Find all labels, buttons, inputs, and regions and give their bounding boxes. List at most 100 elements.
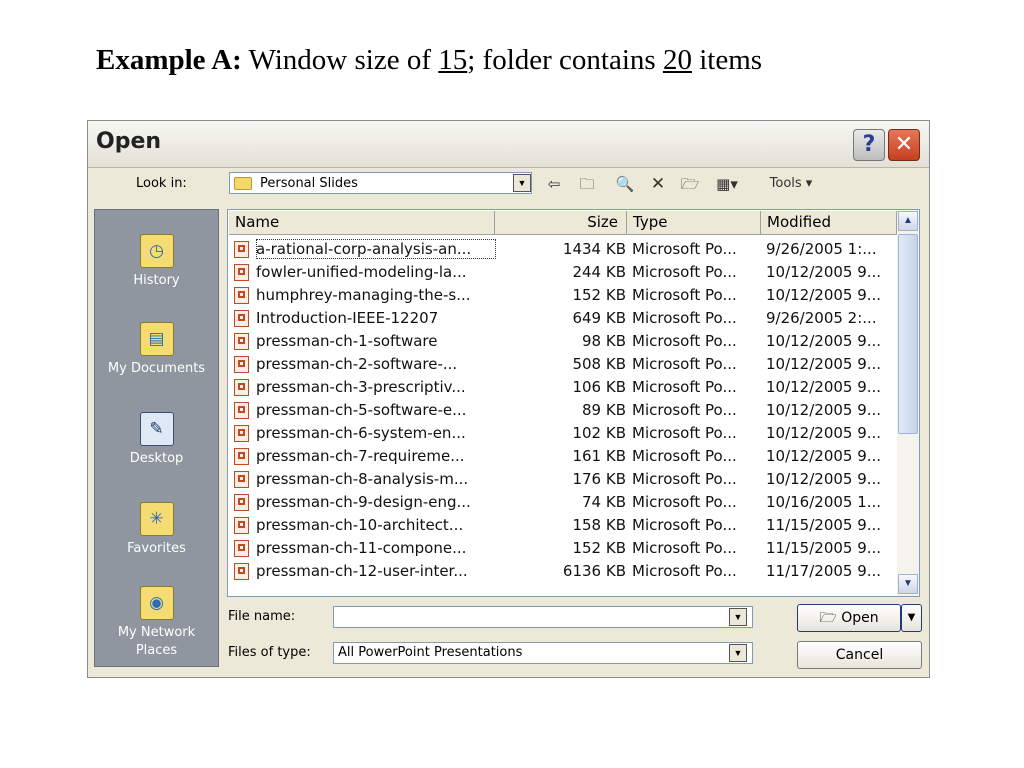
file-modified: 9/26/2005 2:... [766, 309, 877, 327]
file-row[interactable]: pressman-ch-1-software 98 KB Microsoft Po.… [232, 330, 898, 353]
file-name: pressman-ch-10-architect... [256, 516, 464, 534]
file-size: 176 KB [572, 470, 626, 488]
place-favorites[interactable]: ✳ Favorites [95, 502, 218, 558]
tools-label: Tools [769, 176, 802, 191]
file-row[interactable]: pressman-ch-2-software-... 508 KB Microsof… [232, 353, 898, 376]
open-button[interactable]: 🗁 Open [797, 604, 901, 632]
file-row[interactable]: humphrey-managing-the-s... 152 KB Microsof… [232, 284, 898, 307]
file-row[interactable]: pressman-ch-5-software-e... 89 KB Microsof… [232, 399, 898, 422]
file-name-label: File name: [228, 609, 296, 624]
scroll-thumb[interactable] [898, 234, 918, 434]
file-row[interactable]: pressman-ch-7-requireme... 161 KB Microsof… [232, 445, 898, 468]
back-icon[interactable]: ⇦ [543, 174, 565, 194]
file-size: 102 KB [572, 424, 626, 442]
file-size: 649 KB [572, 309, 626, 327]
delete-icon[interactable]: ✕ [648, 174, 668, 194]
item-count-value: 20 [662, 44, 692, 76]
file-row[interactable]: pressman-ch-9-design-eng... 74 KB Microsof… [232, 491, 898, 514]
cancel-button[interactable]: Cancel [797, 641, 922, 669]
folder-icon [234, 177, 252, 190]
vertical-scrollbar[interactable]: ▲ ▼ [897, 210, 919, 596]
scroll-up-icon[interactable]: ▲ [898, 211, 918, 231]
file-modified: 10/12/2005 9... [766, 447, 882, 465]
tools-menu[interactable]: Tools ▾ [763, 174, 819, 194]
file-size: 106 KB [572, 378, 626, 396]
place-history[interactable]: ◷ History [95, 234, 218, 290]
place-my-documents[interactable]: ▤ My Documents [95, 322, 218, 378]
file-type: Microsoft Po... [632, 447, 737, 465]
look-in-label: Look in: [136, 176, 187, 191]
place-label: My Documents [107, 361, 206, 376]
look-in-combo[interactable]: Personal Slides ▼ [229, 172, 532, 194]
file-name-dropdown-button[interactable]: ▼ [729, 608, 747, 626]
file-size: 1434 KB [562, 240, 626, 258]
slide-title-part3: items [691, 44, 763, 76]
powerpoint-file-icon [234, 494, 249, 511]
powerpoint-file-icon [234, 517, 249, 534]
file-type: Microsoft Po... [632, 286, 737, 304]
file-size: 152 KB [572, 539, 626, 557]
file-name: pressman-ch-3-prescriptiv... [256, 378, 466, 396]
file-size: 508 KB [572, 355, 626, 373]
file-row[interactable]: pressman-ch-6-system-en... 102 KB Microsof… [232, 422, 898, 445]
file-size: 161 KB [572, 447, 626, 465]
file-name: pressman-ch-8-analysis-m... [256, 470, 469, 488]
file-row[interactable]: a-rational-corp-analysis-an... 1434 KB Mic… [232, 238, 898, 261]
files-of-type-dropdown-button[interactable]: ▼ [729, 644, 747, 662]
file-type: Microsoft Po... [632, 424, 737, 442]
file-name: pressman-ch-6-system-en... [256, 424, 466, 442]
file-type: Microsoft Po... [632, 309, 737, 327]
slide-title-part2: ; folder contains [467, 44, 663, 76]
powerpoint-file-icon [234, 356, 249, 373]
history-icon: ◷ [139, 234, 174, 268]
file-row[interactable]: pressman-ch-8-analysis-m... 176 KB Microso… [232, 468, 898, 491]
column-header-size[interactable]: Size [495, 211, 627, 235]
file-name-input[interactable] [333, 606, 753, 628]
place-my-network-places[interactable]: ◉ My Network Places [95, 586, 218, 660]
place-desktop[interactable]: ✎ Desktop [95, 412, 218, 468]
file-row[interactable]: Introduction-IEEE-12207 649 KB Microsoft P… [232, 307, 898, 330]
views-icon[interactable]: ▦▾ [712, 174, 742, 194]
file-modified: 11/15/2005 9... [766, 516, 882, 534]
places-bar: ◷ History ▤ My Documents ✎ Desktop ✳ Fav… [94, 209, 219, 667]
file-type: Microsoft Po... [632, 263, 737, 281]
powerpoint-file-icon [234, 287, 249, 304]
close-button[interactable]: ✕ [888, 129, 920, 161]
scroll-down-icon[interactable]: ▼ [898, 574, 918, 594]
powerpoint-file-icon [234, 448, 249, 465]
powerpoint-file-icon [234, 241, 249, 258]
search-web-icon[interactable]: 🔍 [614, 174, 636, 194]
file-name: fowler-unified-modeling-la... [256, 263, 467, 281]
open-options-dropdown-button[interactable]: ▼ [901, 604, 922, 632]
file-row[interactable]: fowler-unified-modeling-la... 244 KB Micro… [232, 261, 898, 284]
file-modified: 10/12/2005 9... [766, 470, 882, 488]
file-name: pressman-ch-12-user-inter... [256, 562, 468, 580]
powerpoint-file-icon [234, 402, 249, 419]
file-name: pressman-ch-11-compone... [256, 539, 467, 557]
file-name: pressman-ch-2-software-... [256, 355, 458, 373]
column-header-modified[interactable]: Modified [761, 211, 897, 235]
look-in-dropdown-button[interactable]: ▼ [513, 174, 531, 192]
new-folder-icon[interactable]: 🗁 [678, 174, 702, 194]
file-name: pressman-ch-7-requireme... [256, 447, 465, 465]
help-button[interactable]: ? [853, 129, 885, 161]
file-name: pressman-ch-1-software [256, 332, 438, 350]
files-of-type-select[interactable]: All PowerPoint Presentations [333, 642, 753, 664]
file-row[interactable]: pressman-ch-10-architect... 158 KB Microso… [232, 514, 898, 537]
column-header-name[interactable]: Name [229, 211, 495, 235]
powerpoint-file-icon [234, 379, 249, 396]
file-size: 244 KB [572, 263, 626, 281]
file-list: Name Size Type Modified a-rational-corp-… [227, 209, 920, 597]
file-row[interactable]: pressman-ch-3-prescriptiv... 106 KB Micros… [232, 376, 898, 399]
file-size: 152 KB [572, 286, 626, 304]
file-modified: 10/16/2005 1... [766, 493, 882, 511]
up-folder-icon[interactable]: 🗀 [575, 174, 599, 194]
dialog-titlebar[interactable]: Open ? ✕ [88, 121, 929, 168]
file-name: pressman-ch-9-design-eng... [256, 493, 471, 511]
file-row[interactable]: pressman-ch-11-compone... 152 KB Microsoft… [232, 537, 898, 560]
slide-title-bold: Example A: [96, 44, 242, 76]
column-header-type[interactable]: Type [627, 211, 761, 235]
file-type: Microsoft Po... [632, 332, 737, 350]
file-row[interactable]: pressman-ch-12-user-inter... 6136 KB Micro… [232, 560, 898, 583]
open-button-label: Open [841, 610, 879, 626]
